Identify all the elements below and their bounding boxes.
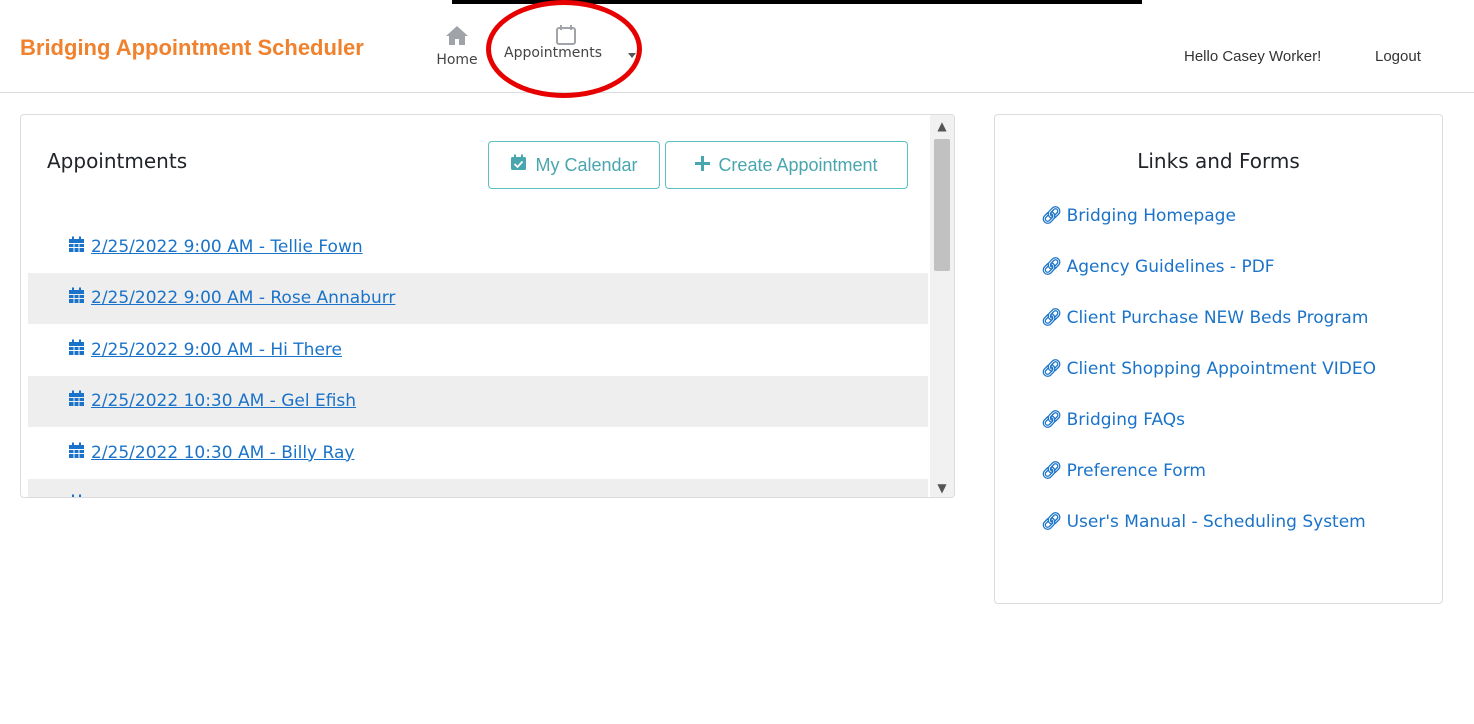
appointments-card: Appointments My Calendar Create Appointm…: [20, 114, 955, 498]
nav-appointments-dropdown[interactable]: Appointments: [500, 24, 650, 74]
logout-link[interactable]: Logout: [1375, 48, 1421, 65]
nav-appointments-label: Appointments: [504, 45, 603, 61]
appointment-list: 2/25/2022 9:00 AM - Tellie Fown 2/25/202…: [28, 221, 928, 497]
appointment-link[interactable]: 2/25/2022 9:00 AM - Tellie Fown: [68, 236, 363, 258]
link-icon: 🔗︎: [1041, 512, 1063, 532]
calendar-icon: [68, 494, 85, 497]
appointment-label: 2/25/2022 9:00 AM - Hi There: [91, 339, 342, 360]
annotation-black-bar: [452, 0, 1142, 4]
calendar-icon: [68, 339, 85, 361]
link-client-shopping-video[interactable]: 🔗︎ Client Shopping Appointment VIDEO: [1041, 353, 1421, 385]
list-item: 2/25/2022 9:00 AM - Hi There: [28, 324, 928, 376]
link-icon: 🔗︎: [1041, 410, 1063, 430]
calendar-check-icon: [510, 154, 527, 176]
nav-home[interactable]: Home: [432, 24, 482, 74]
scrollbar-thumb[interactable]: [934, 139, 950, 271]
plus-icon: [695, 155, 711, 176]
list-item: 2/25/2022 9:00 AM - Rose Annaburr: [28, 272, 928, 324]
calendar-icon: [68, 287, 85, 309]
appointment-label: 2/25/2022 10:30 AM - Gel Efish: [91, 391, 357, 412]
link-users-manual[interactable]: 🔗︎ User's Manual - Scheduling System: [1041, 506, 1421, 538]
links-forms-card: Links and Forms 🔗︎ Bridging Homepage 🔗︎ Ag…: [994, 114, 1443, 604]
link-bridging-homepage[interactable]: 🔗︎ Bridging Homepage: [1041, 200, 1421, 232]
appointment-label: 2/25/2022 10:30 AM - Billy Ray: [91, 442, 355, 463]
calendar-icon: [68, 442, 85, 464]
create-appointment-button[interactable]: Create Appointment: [665, 141, 908, 189]
appointments-scrollbar[interactable]: ▲ ▼: [930, 115, 954, 497]
appointments-title: Appointments: [47, 149, 188, 173]
calendar-icon: [68, 390, 85, 412]
user-greeting: Hello Casey Worker!: [1184, 48, 1322, 65]
home-icon: [432, 24, 482, 46]
calendar-icon: [68, 236, 85, 258]
link-label: Bridging FAQs: [1066, 410, 1186, 430]
link-client-purchase-beds[interactable]: 🔗︎ Client Purchase NEW Beds Program: [1041, 302, 1421, 334]
appointment-link[interactable]: 2/25/2022 9:00 AM - Hi There: [68, 339, 342, 361]
link-icon: 🔗︎: [1041, 461, 1063, 481]
links-forms-title: Links and Forms: [1137, 149, 1300, 173]
appointment-label: 2/25/2022 9:00 AM - Rose Annaburr: [91, 288, 396, 309]
appointment-label: 2/25/2022 9:00 AM - Tellie Fown: [91, 236, 363, 257]
list-item: 2/25/2022 10:30 AM - Gel Efish: [28, 375, 928, 427]
link-label: Preference Form: [1066, 461, 1206, 481]
link-bridging-faqs[interactable]: 🔗︎ Bridging FAQs: [1041, 404, 1421, 436]
link-preference-form[interactable]: 🔗︎ Preference Form: [1041, 455, 1421, 487]
link-icon: 🔗︎: [1041, 359, 1063, 379]
brand-logo[interactable]: Bridging Appointment Scheduler: [20, 35, 364, 61]
link-icon: 🔗︎: [1041, 308, 1063, 328]
my-calendar-label: My Calendar: [535, 154, 638, 175]
link-label: Agency Guidelines - PDF: [1066, 257, 1275, 277]
my-calendar-button[interactable]: My Calendar: [488, 141, 660, 189]
navbar: Bridging Appointment Scheduler Home Appo…: [0, 10, 1474, 93]
list-item: 2/25/2022 9:00 AM - Tellie Fown: [28, 221, 928, 273]
chevron-down-icon: [628, 53, 636, 58]
link-icon: 🔗︎: [1041, 206, 1063, 226]
scroll-down-arrow-icon[interactable]: ▼: [930, 477, 954, 497]
appointment-link[interactable]: 2/25/2022 9:00 AM - Rose Annaburr: [68, 287, 395, 309]
scroll-up-arrow-icon[interactable]: ▲: [930, 115, 954, 137]
link-label: Bridging Homepage: [1066, 206, 1236, 226]
appointment-link[interactable]: 2/25/2022 10:30 AM - Billy Ray: [68, 442, 354, 464]
link-label: Client Shopping Appointment VIDEO: [1066, 359, 1376, 379]
links-list: 🔗︎ Bridging Homepage 🔗︎ Agency Guidelines …: [1041, 200, 1421, 557]
nav-home-label: Home: [436, 52, 478, 68]
link-label: Client Purchase NEW Beds Program: [1066, 308, 1369, 328]
appointment-link[interactable]: 2/25/2022 10:30 AM - Gel Efish: [68, 390, 356, 412]
list-item: 2/25/2022 10:30 AM - Billy Ray: [28, 427, 928, 479]
link-icon: 🔗︎: [1041, 257, 1063, 277]
link-label: User's Manual - Scheduling System: [1066, 512, 1366, 532]
list-item-partial: [28, 478, 928, 497]
create-appointment-label: Create Appointment: [718, 154, 878, 175]
link-agency-guidelines[interactable]: 🔗︎ Agency Guidelines - PDF: [1041, 251, 1421, 283]
